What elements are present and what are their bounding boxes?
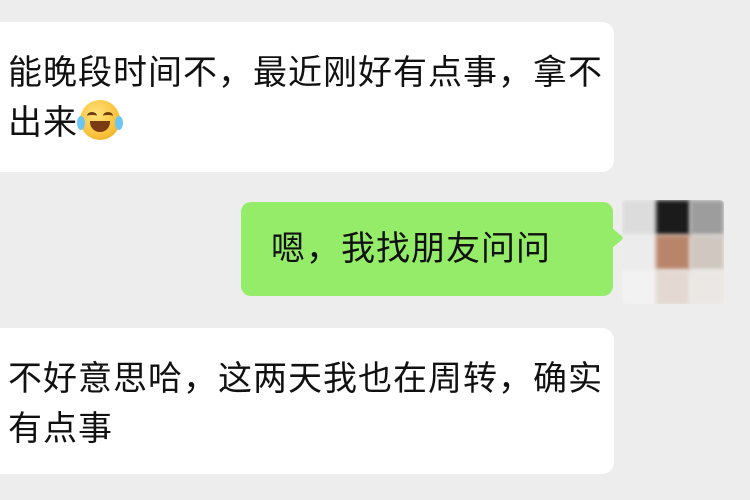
outgoing-message-bubble[interactable]: 嗯，我找朋友问问 [241,202,624,296]
message-text: 嗯，我找朋友问问 [271,229,551,269]
sender-avatar[interactable] [622,200,724,304]
message-text: 不好意思哈，这两天我也在周转，确实有点事 [8,359,603,449]
face-with-tears-of-joy-icon [77,100,123,140]
chat-conversation: 能晚段时间不，最近刚好有点事，拿不出来 嗯，我找朋友问问 不好意思哈，这两天我也… [0,0,750,500]
incoming-message-bubble[interactable]: 能晚段时间不，最近刚好有点事，拿不出来 [0,22,614,172]
incoming-message-bubble[interactable]: 不好意思哈，这两天我也在周转，确实有点事 [0,328,614,474]
